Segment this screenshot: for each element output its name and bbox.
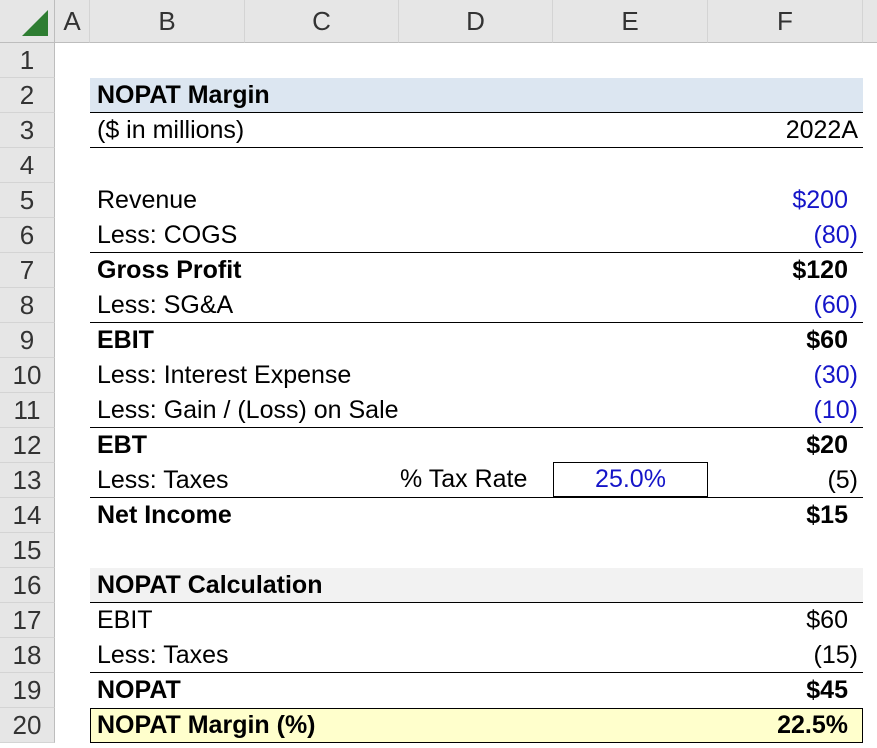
select-all-corner[interactable] <box>0 0 55 43</box>
gain-loss-value[interactable]: (10) <box>708 393 858 428</box>
row-header-7[interactable]: 7 <box>0 253 55 288</box>
row-header-3[interactable]: 3 <box>0 113 55 148</box>
row-header-5[interactable]: 5 <box>0 183 55 218</box>
gross-profit-value[interactable]: $120 <box>708 253 858 288</box>
row-header-14[interactable]: 14 <box>0 498 55 533</box>
net-income-label[interactable]: Net Income <box>97 498 232 533</box>
net-income-value[interactable]: $15 <box>708 498 858 533</box>
column-header-e[interactable]: E <box>553 0 708 43</box>
tax-rate-label[interactable]: % Tax Rate <box>400 462 527 497</box>
row-header-11[interactable]: 11 <box>0 393 55 428</box>
row-header-17[interactable]: 17 <box>0 603 55 638</box>
revenue-label[interactable]: Revenue <box>97 183 197 218</box>
cogs-label[interactable]: Less: COGS <box>97 218 237 253</box>
row-header-18[interactable]: 18 <box>0 638 55 673</box>
row-header-4[interactable]: 4 <box>0 148 55 183</box>
column-header-d[interactable]: D <box>399 0 553 43</box>
units-label[interactable]: ($ in millions) <box>97 113 244 148</box>
column-header-f[interactable]: F <box>708 0 863 43</box>
taxes-value[interactable]: (5) <box>708 463 858 498</box>
row-header-13[interactable]: 13 <box>0 463 55 498</box>
ebt-label[interactable]: EBT <box>97 428 147 463</box>
ebit-value[interactable]: $60 <box>708 323 858 358</box>
ebit-label[interactable]: EBIT <box>97 323 154 358</box>
row-header-6[interactable]: 6 <box>0 218 55 253</box>
interest-expense-label[interactable]: Less: Interest Expense <box>97 358 351 393</box>
row-header-12[interactable]: 12 <box>0 428 55 463</box>
nopat-ebit-value[interactable]: $60 <box>708 603 858 638</box>
divider <box>90 147 863 148</box>
gain-loss-label[interactable]: Less: Gain / (Loss) on Sale <box>97 393 399 428</box>
nopat-value[interactable]: $45 <box>708 673 858 708</box>
row-header-1[interactable]: 1 <box>0 43 55 78</box>
revenue-value[interactable]: $200 <box>708 183 858 218</box>
row-header-15[interactable]: 15 <box>0 533 55 568</box>
gross-profit-label[interactable]: Gross Profit <box>97 253 241 288</box>
row-header-10[interactable]: 10 <box>0 358 55 393</box>
column-header-a[interactable]: A <box>55 0 90 43</box>
nopat-label[interactable]: NOPAT <box>97 673 181 708</box>
column-header-overflow <box>863 0 877 43</box>
nopat-ebit-label[interactable]: EBIT <box>97 603 153 638</box>
nopat-taxes-label[interactable]: Less: Taxes <box>97 638 229 673</box>
column-header-b[interactable]: B <box>90 0 245 43</box>
row-header-8[interactable]: 8 <box>0 288 55 323</box>
row-header-19[interactable]: 19 <box>0 673 55 708</box>
cogs-value[interactable]: (80) <box>708 218 858 253</box>
period-label[interactable]: 2022A <box>708 113 858 148</box>
tax-rate-input[interactable]: 25.0% <box>553 462 708 497</box>
nopat-margin-value[interactable]: 22.5% <box>708 708 858 743</box>
spreadsheet: A B C D E F 1 2 3 4 5 6 7 8 9 10 11 12 1… <box>0 0 877 748</box>
taxes-label[interactable]: Less: Taxes <box>97 463 229 498</box>
sheet-title[interactable]: NOPAT Margin <box>97 78 270 113</box>
sga-label[interactable]: Less: SG&A <box>97 288 233 323</box>
nopat-margin-label[interactable]: NOPAT Margin (%) <box>97 708 316 743</box>
column-header-c[interactable]: C <box>245 0 399 43</box>
ebt-value[interactable]: $20 <box>708 428 858 463</box>
nopat-taxes-value[interactable]: (15) <box>708 638 858 673</box>
interest-expense-value[interactable]: (30) <box>708 358 858 393</box>
row-header-20[interactable]: 20 <box>0 708 55 743</box>
select-all-icon <box>22 10 48 36</box>
sga-value[interactable]: (60) <box>708 288 858 323</box>
row-header-9[interactable]: 9 <box>0 323 55 358</box>
nopat-section-title[interactable]: NOPAT Calculation <box>97 568 322 603</box>
row-header-2[interactable]: 2 <box>0 78 55 113</box>
row-header-16[interactable]: 16 <box>0 568 55 603</box>
